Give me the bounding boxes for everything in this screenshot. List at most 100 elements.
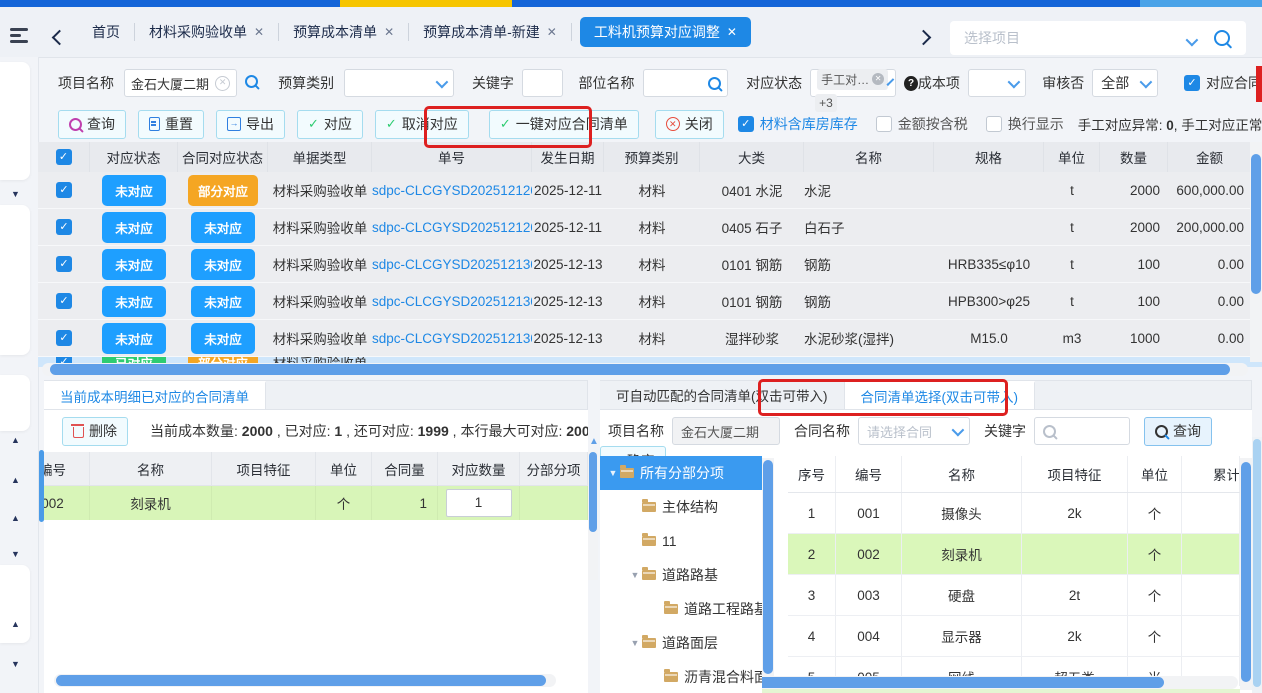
close-tab-icon[interactable]: ✕ [727,25,737,39]
bottom-left-hscrollbar[interactable] [54,674,556,687]
project-name-input[interactable]: 金石大厦二期 ✕ [124,69,237,97]
column-header[interactable]: 编号 [836,456,902,492]
row-checkbox[interactable] [56,293,72,309]
row-checkbox[interactable] [56,219,72,235]
keyword-input[interactable] [522,69,563,97]
column-header[interactable]: 分部分项 [520,452,588,485]
wrap-display-checkbox[interactable] [986,116,1002,132]
tree-vscrollbar[interactable] [762,458,774,688]
column-header[interactable]: 预算类别 [604,142,700,172]
tabs-scroll-right-icon[interactable] [918,30,929,46]
cost-item-select[interactable] [968,69,1026,97]
tree-item[interactable]: ▼道路面层 [600,626,762,660]
column-header[interactable]: 单位 [1128,456,1182,492]
tabs-scroll-left-icon[interactable] [54,30,65,46]
tab-auto-match-list[interactable]: 可自动匹配的合同清单(双击可带入) [600,381,845,409]
column-header[interactable]: 累计 [1182,456,1240,492]
doc-number-link[interactable]: sdpc-CLCGYSD2025121200 [372,220,532,235]
project-search-icon[interactable] [245,75,258,91]
main-table-hscrollbar[interactable] [42,363,1248,376]
clear-icon[interactable]: ✕ [215,76,230,91]
triangle-up-icon[interactable]: ▲ [11,435,20,445]
column-header[interactable]: 单据类型 [268,142,372,172]
column-header[interactable]: 合同对应状态 [178,142,268,172]
tree-item[interactable]: 主体结构 [600,490,762,524]
contract-table-vscrollbar[interactable] [1240,458,1252,690]
cancel-match-button[interactable]: ✓取消对应 [375,110,469,139]
column-header[interactable]: 名称 [902,456,1022,492]
triangle-up-icon[interactable]: ▲ [11,619,20,629]
table-row[interactable]: 未对应未对应材料采购验收单sdpc-CLCGYSD20251213002025-… [38,283,1262,320]
match-status-multiselect[interactable]: 手工对…✕ +3 [810,69,896,97]
query-button[interactable]: 查询 [58,110,126,139]
column-header[interactable]: 大类 [700,142,804,172]
part-name-input[interactable] [643,69,729,97]
remove-tag-icon[interactable]: ✕ [872,73,884,85]
close-button[interactable]: ✕关闭 [655,110,724,139]
triangle-up-icon[interactable]: ▲ [11,475,20,485]
close-tab-icon[interactable]: ✕ [254,25,264,39]
close-tab-icon[interactable]: ✕ [547,25,557,39]
column-header[interactable]: 名称 [90,452,212,485]
doc-number-link[interactable]: sdpc-CLCGYSD2025121300 [372,331,532,346]
search-icon[interactable] [708,77,721,90]
caret-down-icon[interactable]: ▼ [628,638,642,648]
tab-home[interactable]: 首页 [78,7,134,57]
tree-item[interactable]: 11 [600,524,762,558]
one-click-match-button[interactable]: ✓一键对应合同清单 [489,110,639,139]
row-checkbox[interactable] [56,330,72,346]
tab-contract-list-select[interactable]: 合同清单选择(双击可带入) [845,381,1036,409]
triangle-down-icon[interactable]: ▼ [11,549,20,559]
triangle-down-icon[interactable]: ▼ [11,659,20,669]
row-checkbox[interactable] [56,256,72,272]
triangle-down-icon[interactable]: ▼ [11,189,20,199]
scroll-up-arrow-icon[interactable]: ▲ [589,436,599,450]
column-header[interactable]: 合同量 [372,452,438,485]
table-row[interactable]: 未对应未对应材料采购验收单sdpc-CLCGYSD20251213002025-… [38,246,1262,283]
column-header[interactable]: 单号 [372,142,532,172]
bottom-left-table-row[interactable]: 002刻录机个11 [44,486,588,520]
material-stock-checkbox[interactable] [738,116,754,132]
tab-material-budget-adjust[interactable]: 工料机预算对应调整✕ [580,17,751,47]
match-button[interactable]: ✓对应 [297,110,363,139]
tree-item[interactable]: ▼所有分部分项 [600,456,762,490]
column-header[interactable]: 金额 [1168,142,1252,172]
tab-material-receipt[interactable]: 材料采购验收单✕ [135,7,278,57]
close-tab-icon[interactable]: ✕ [384,25,394,39]
column-header[interactable]: 单位 [1044,142,1100,172]
caret-down-icon[interactable]: ▼ [606,468,620,478]
column-header[interactable]: 规格 [934,142,1044,172]
menu-collapse-icon[interactable] [10,28,30,46]
select-all-checkbox[interactable] [56,149,72,165]
br-query-button[interactable]: 查询 [1144,417,1212,446]
column-header[interactable]: 名称 [804,142,934,172]
doc-number-link[interactable]: sdpc-CLCGYSD2025121300 [372,294,532,309]
amount-tax-checkbox[interactable] [876,116,892,132]
column-header[interactable]: 项目特征 [212,452,316,485]
column-header[interactable]: 对应状态 [90,142,178,172]
column-header[interactable]: 编号 [44,452,90,485]
column-header[interactable]: 数量 [1100,142,1168,172]
tab-matched-contract-list[interactable]: 当前成本明细已对应的合同清单 [44,381,266,409]
audit-select[interactable]: 全部 [1092,69,1158,97]
search-icon[interactable] [1214,30,1230,49]
column-header[interactable]: 序号 [788,456,836,492]
doc-number-link[interactable]: sdpc-CLCGYSD2025121200 [372,183,532,198]
project-select[interactable]: 选择项目 [950,21,1246,55]
bottom-left-vscrollbar[interactable] [588,450,598,580]
br-keyword-input[interactable] [1034,417,1130,445]
table-row[interactable]: 未对应部分对应材料采购验收单sdpc-CLCGYSD20251212002025… [38,172,1262,209]
main-table-vscrollbar[interactable] [1250,142,1262,362]
table-row[interactable]: 未对应未对应材料采购验收单sdpc-CLCGYSD20251213002025-… [38,320,1262,357]
page-vscrollbar[interactable] [1252,437,1262,693]
tree-item[interactable]: 沥青混合料面层 [600,660,762,693]
tree-item[interactable]: 道路工程路基 [600,592,762,626]
help-icon[interactable]: ? [904,76,918,91]
tab-budget-cost-new[interactable]: 预算成本清单-新建✕ [409,7,571,57]
contract-item-row[interactable]: 2002刻录机个 [788,534,1240,575]
column-header[interactable]: 项目特征 [1022,456,1128,492]
column-header[interactable]: 单位 [316,452,372,485]
export-button[interactable]: →导出 [216,110,285,139]
delete-button[interactable]: 删除 [62,417,128,446]
tree-item[interactable]: ▼道路路基 [600,558,762,592]
